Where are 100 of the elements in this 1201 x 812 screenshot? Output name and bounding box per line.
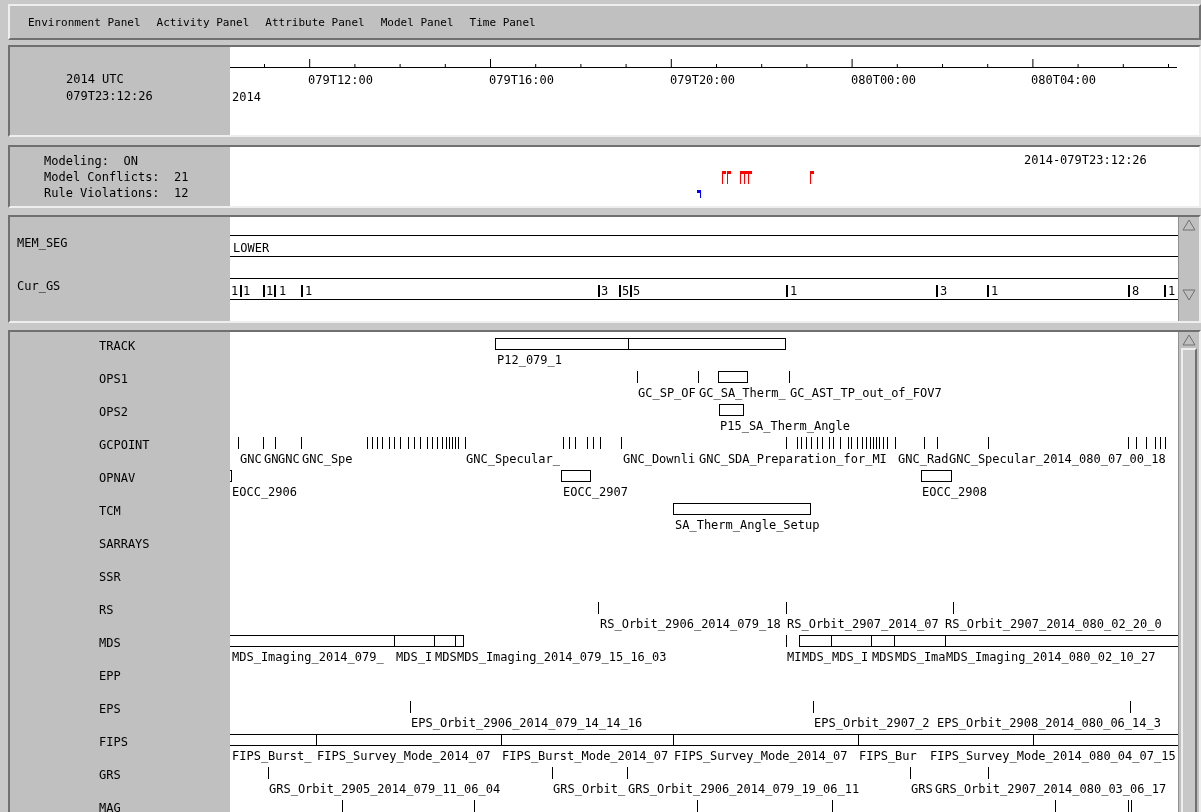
tick-mark[interactable] xyxy=(697,800,698,812)
activity-bar[interactable] xyxy=(1033,734,1178,746)
tick-mark[interactable] xyxy=(1130,701,1131,713)
tick-mark[interactable] xyxy=(862,437,863,449)
tick-mark[interactable] xyxy=(851,437,852,449)
activity-bar[interactable] xyxy=(871,635,895,647)
activity-bar[interactable] xyxy=(230,734,317,746)
tick-mark[interactable] xyxy=(268,767,269,779)
activity-bar[interactable] xyxy=(719,404,744,416)
tick-mark[interactable] xyxy=(427,437,428,449)
down-arrow-icon[interactable] xyxy=(1182,289,1196,301)
flag-icon[interactable] xyxy=(748,171,752,184)
tick-mark[interactable] xyxy=(786,602,787,614)
activity-bar[interactable] xyxy=(858,734,1034,746)
activity-bar[interactable] xyxy=(831,635,872,647)
tick-mark[interactable] xyxy=(1128,437,1129,449)
tick-mark[interactable] xyxy=(400,437,401,449)
tick-mark[interactable] xyxy=(879,437,880,449)
tick-mark[interactable] xyxy=(637,371,638,383)
activity-bar[interactable] xyxy=(673,734,859,746)
tick-mark[interactable] xyxy=(301,437,302,449)
tick-mark[interactable] xyxy=(786,437,787,449)
tick-mark[interactable] xyxy=(988,767,989,779)
menu-item[interactable]: Activity Panel xyxy=(150,13,256,31)
tick-mark[interactable] xyxy=(870,437,871,449)
tick-mark[interactable] xyxy=(600,437,601,449)
tick-mark[interactable] xyxy=(811,437,812,449)
activity-bar[interactable] xyxy=(921,470,952,482)
tick-mark[interactable] xyxy=(420,437,421,449)
tick-mark[interactable] xyxy=(627,767,628,779)
tick-mark[interactable] xyxy=(953,602,954,614)
tick-mark[interactable] xyxy=(1155,437,1156,449)
tick-mark[interactable] xyxy=(813,701,814,713)
activity-bar[interactable] xyxy=(394,635,435,647)
tick-mark[interactable] xyxy=(446,437,447,449)
tick-mark[interactable] xyxy=(275,437,276,449)
tick-mark[interactable] xyxy=(342,800,343,812)
tick-mark[interactable] xyxy=(372,437,373,449)
tick-mark[interactable] xyxy=(432,437,433,449)
tick-mark[interactable] xyxy=(474,800,475,812)
tick-mark[interactable] xyxy=(437,437,438,449)
scrollbar[interactable] xyxy=(1178,217,1199,321)
menu-item[interactable]: Environment Panel xyxy=(22,13,147,31)
tick-mark[interactable] xyxy=(263,437,264,449)
activity-bar[interactable] xyxy=(455,635,464,647)
activity-bar[interactable] xyxy=(894,635,946,647)
tick-mark[interactable] xyxy=(698,371,699,383)
tick-mark[interactable] xyxy=(1131,800,1132,812)
tick-mark[interactable] xyxy=(786,635,787,647)
tick-mark[interactable] xyxy=(1160,437,1161,449)
tick-mark[interactable] xyxy=(873,437,874,449)
tick-mark[interactable] xyxy=(389,437,390,449)
tick-mark[interactable] xyxy=(465,437,466,449)
tick-mark[interactable] xyxy=(833,437,834,449)
tick-mark[interactable] xyxy=(238,437,239,449)
tick-mark[interactable] xyxy=(367,437,368,449)
flag-icon[interactable] xyxy=(744,171,748,184)
scrollbar-thumb[interactable] xyxy=(1181,348,1197,812)
tick-mark[interactable] xyxy=(789,371,790,383)
tick-mark[interactable] xyxy=(817,437,818,449)
tick-mark[interactable] xyxy=(410,701,411,713)
tick-mark[interactable] xyxy=(394,437,395,449)
tick-mark[interactable] xyxy=(458,437,459,449)
activity-bar[interactable] xyxy=(673,503,811,515)
tick-mark[interactable] xyxy=(563,437,564,449)
tick-mark[interactable] xyxy=(408,437,409,449)
up-arrow-icon[interactable] xyxy=(1182,219,1196,231)
tick-mark[interactable] xyxy=(910,767,911,779)
activity-bar[interactable] xyxy=(945,635,1178,647)
tick-mark[interactable] xyxy=(442,437,443,449)
tick-mark[interactable] xyxy=(937,437,938,449)
activity-bar[interactable] xyxy=(628,338,786,350)
flag-icon[interactable] xyxy=(697,190,701,198)
tick-mark[interactable] xyxy=(829,437,830,449)
tick-mark[interactable] xyxy=(587,437,588,449)
tick-mark[interactable] xyxy=(848,437,849,449)
tick-mark[interactable] xyxy=(575,437,576,449)
up-arrow-icon[interactable] xyxy=(1182,334,1196,346)
tick-mark[interactable] xyxy=(1128,800,1129,812)
tick-mark[interactable] xyxy=(883,437,884,449)
tick-mark[interactable] xyxy=(552,767,553,779)
tick-mark[interactable] xyxy=(806,437,807,449)
tick-mark[interactable] xyxy=(876,437,877,449)
tick-mark[interactable] xyxy=(801,437,802,449)
tick-mark[interactable] xyxy=(1136,437,1137,449)
tick-mark[interactable] xyxy=(1055,800,1056,812)
scrollbar[interactable] xyxy=(1178,332,1199,812)
tick-mark[interactable] xyxy=(452,437,453,449)
activity-bar[interactable] xyxy=(316,734,502,746)
tick-mark[interactable] xyxy=(593,437,594,449)
activity-bar[interactable] xyxy=(434,635,456,647)
activity-bar[interactable] xyxy=(799,635,832,647)
activity-bar[interactable] xyxy=(495,338,629,350)
activity-bar[interactable] xyxy=(230,635,395,647)
flag-icon[interactable] xyxy=(740,171,744,184)
tick-mark[interactable] xyxy=(449,437,450,449)
tick-mark[interactable] xyxy=(1165,437,1166,449)
flag-icon[interactable] xyxy=(810,171,814,184)
tick-mark[interactable] xyxy=(797,437,798,449)
activity-bar[interactable] xyxy=(501,734,674,746)
